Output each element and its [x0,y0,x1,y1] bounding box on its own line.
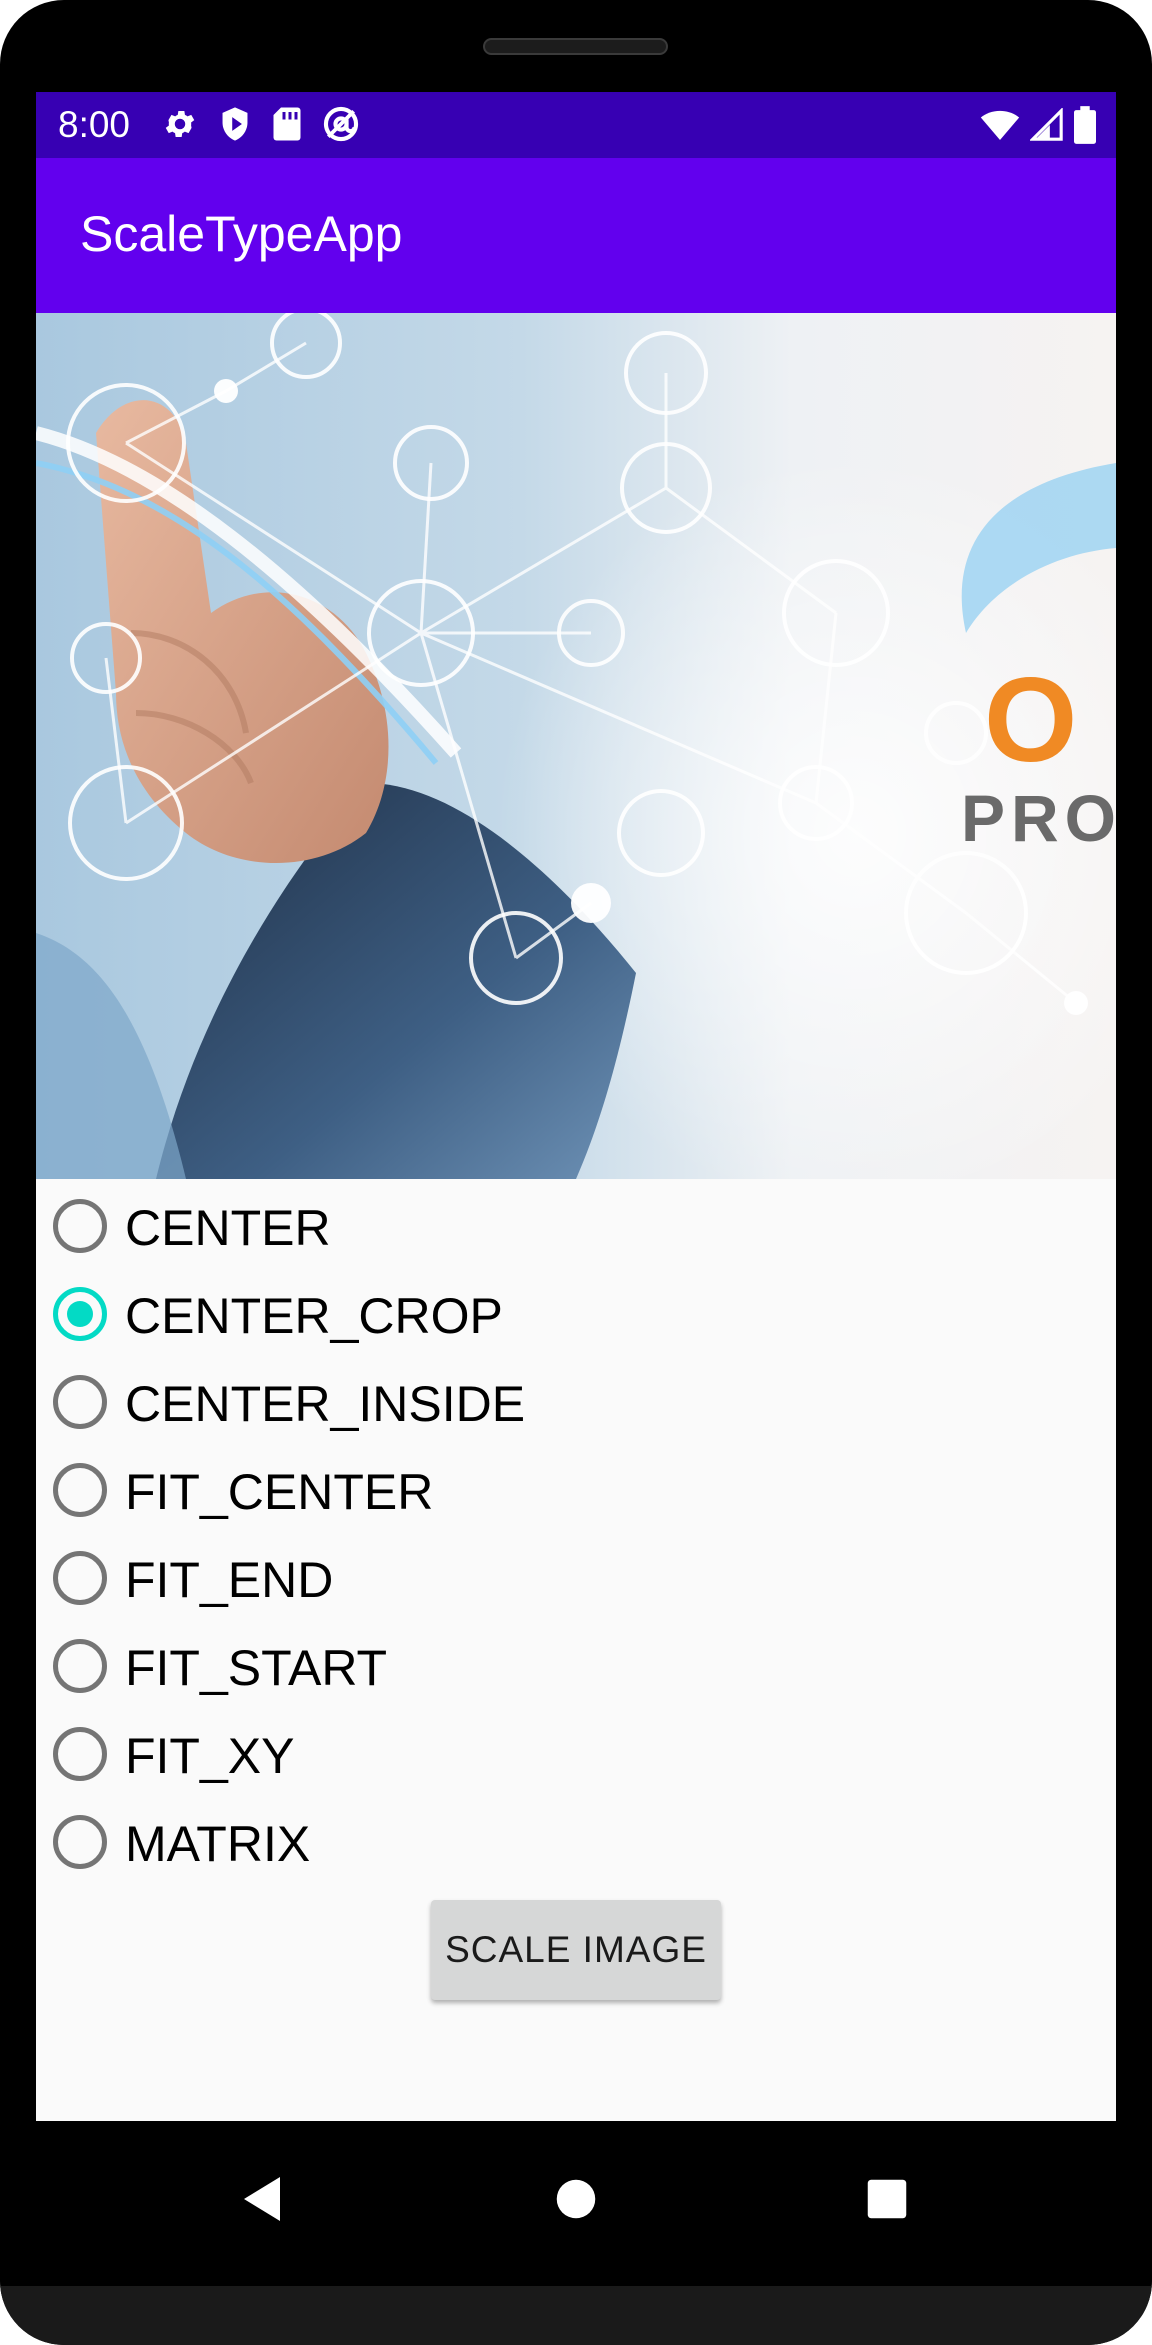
cell-signal-icon [1030,108,1064,142]
preview-image: O PRO [36,313,1116,1179]
radio-option-matrix[interactable]: MATRIX [36,1798,1116,1886]
radio-button-icon[interactable] [53,1551,107,1605]
app-screen: 8:00 ScaleTypeApp O PRO CENTER CENTER_CR… [36,92,1116,2121]
radio-button-icon[interactable] [53,1463,107,1517]
radio-button-icon[interactable] [53,1199,107,1253]
radio-label: FIT_CENTER [125,1464,434,1520]
radio-option-fit-start[interactable]: FIT_START [36,1622,1116,1710]
radio-option-fit-end[interactable]: FIT_END [36,1534,1116,1622]
radio-label: FIT_END [125,1552,334,1608]
logo-letter: O [984,653,1077,787]
sd-card-icon [272,106,302,142]
shield-play-icon [218,106,252,142]
status-time: 8:00 [58,104,131,145]
radio-option-fit-xy[interactable]: FIT_XY [36,1710,1116,1798]
gear-icon [162,106,198,142]
radio-option-center-crop[interactable]: CENTER_CROP [36,1270,1116,1358]
radio-label: CENTER_CROP [125,1288,503,1344]
home-button[interactable] [536,2161,616,2241]
radio-label: FIT_START [125,1640,388,1696]
system-nav-bar [36,2121,1116,2286]
status-notification-icons [162,105,360,143]
radio-option-center[interactable]: CENTER [36,1182,1116,1270]
radio-option-center-inside[interactable]: CENTER_INSIDE [36,1358,1116,1446]
radio-label: FIT_XY [125,1728,295,1784]
battery-icon [1074,106,1096,144]
radio-button-icon[interactable] [53,1727,107,1781]
radio-option-fit-center[interactable]: FIT_CENTER [36,1446,1116,1534]
radio-label: CENTER [125,1200,331,1256]
status-system-icons [980,106,1096,144]
recents-button[interactable] [847,2161,927,2241]
at-sign-icon [322,105,360,143]
back-button[interactable] [222,2161,302,2241]
radio-label: MATRIX [125,1816,311,1872]
radio-button-icon[interactable] [53,1639,107,1693]
wifi-icon [980,108,1020,142]
recents-icon [866,2178,908,2225]
radio-button-icon[interactable] [53,1815,107,1869]
app-title: ScaleTypeApp [80,206,403,262]
back-icon [240,2175,284,2228]
device-frame: 8:00 ScaleTypeApp O PRO CENTER CENTER_CR… [0,0,1152,2345]
radio-button-icon[interactable] [53,1375,107,1429]
radio-label: CENTER_INSIDE [125,1376,526,1432]
scale-image-button[interactable]: SCALE IMAGE [431,1900,721,2000]
logo-subtext: PRO [961,781,1116,855]
app-bar: ScaleTypeApp [36,158,1116,313]
scale-type-radio-group: CENTER CENTER_CROP CENTER_INSIDE FIT_CEN… [36,1182,1116,1886]
earpiece-speaker [483,38,668,55]
device-bottom-bezel [0,2286,1152,2345]
home-icon [555,2178,597,2225]
radio-button-checked-icon[interactable] [53,1287,107,1341]
status-bar: 8:00 [36,92,1116,158]
